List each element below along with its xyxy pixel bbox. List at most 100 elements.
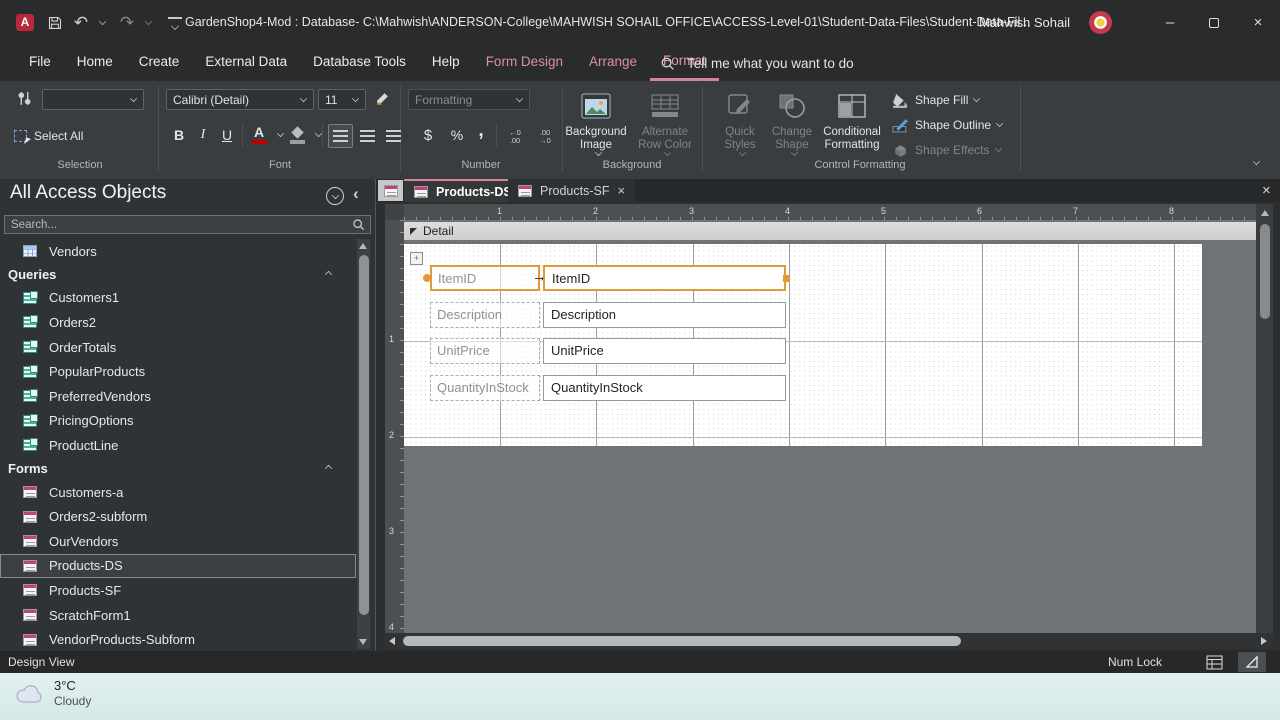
- tab-database-tools[interactable]: Database Tools: [300, 45, 419, 81]
- align-left-button[interactable]: [328, 124, 353, 148]
- section-collapse-icon[interactable]: [410, 227, 417, 235]
- font-color-chevron-icon[interactable]: [276, 129, 285, 138]
- nav-item-vendorproducts-subform[interactable]: VendorProducts-Subform: [0, 627, 356, 652]
- underline-button[interactable]: U: [216, 123, 238, 147]
- account-name[interactable]: Mahwish Sohail: [979, 0, 1070, 45]
- italic-button[interactable]: I: [192, 123, 214, 147]
- label-itemid[interactable]: ItemID: [430, 265, 540, 291]
- currency-format-button[interactable]: $: [416, 123, 440, 147]
- nav-item-ourvendors[interactable]: OurVendors: [0, 529, 356, 554]
- vertical-scrollbar[interactable]: [1256, 204, 1273, 633]
- tab-help[interactable]: Help: [419, 45, 473, 81]
- close-document-icon[interactable]: [1262, 182, 1271, 199]
- nav-item-orders2-subform[interactable]: Orders2-subform: [0, 504, 356, 529]
- label-quantityinstock[interactable]: QuantityInStock: [430, 375, 540, 401]
- format-painter-icon[interactable]: [374, 90, 391, 110]
- shape-outline-button[interactable]: Shape Outline: [892, 114, 1004, 136]
- query-icon: [23, 389, 38, 403]
- collapse-section-icon[interactable]: [324, 271, 333, 279]
- font-family-combo[interactable]: Calibri (Detail): [166, 89, 314, 110]
- shape-fill-button[interactable]: Shape Fill: [892, 89, 981, 111]
- scroll-right-icon[interactable]: [1261, 637, 1267, 645]
- nav-item-preferredvendors[interactable]: PreferredVendors: [0, 384, 356, 409]
- fill-color-chevron-icon[interactable]: [314, 129, 323, 138]
- scroll-thumb[interactable]: [403, 636, 961, 646]
- undo-chevron-icon[interactable]: [98, 17, 107, 26]
- maximize-button[interactable]: [1192, 0, 1236, 45]
- layout-move-handle[interactable]: [410, 252, 423, 265]
- horizontal-scrollbar[interactable]: [385, 633, 1273, 649]
- label-description[interactable]: Description: [430, 302, 540, 328]
- customize-quick-access-icon[interactable]: [168, 17, 182, 29]
- align-center-button[interactable]: [356, 124, 379, 148]
- nav-item-popularproducts[interactable]: PopularProducts: [0, 359, 356, 384]
- nav-item-orders2[interactable]: Orders2: [0, 310, 356, 335]
- collapse-ribbon-icon[interactable]: [1252, 157, 1261, 166]
- form-view-button[interactable]: [1200, 652, 1228, 672]
- nav-item-customers-a[interactable]: Customers-a: [0, 480, 356, 505]
- tell-me-search[interactable]: Tell me what you want to do: [660, 45, 854, 81]
- close-tab-icon[interactable]: [617, 183, 625, 198]
- shutter-bar-close-icon[interactable]: [353, 184, 359, 204]
- scroll-down-icon[interactable]: [359, 639, 367, 645]
- design-view-button[interactable]: [1238, 652, 1266, 672]
- save-icon[interactable]: [42, 11, 68, 35]
- scroll-thumb[interactable]: [358, 255, 369, 615]
- tab-file[interactable]: File: [16, 45, 64, 81]
- account-avatar[interactable]: [1089, 11, 1112, 34]
- doc-tab-products-sf[interactable]: Products-SF: [508, 179, 636, 202]
- increase-decimals-button[interactable]: ←0.00: [502, 125, 528, 149]
- nav-scrollbar[interactable]: [357, 239, 370, 649]
- nav-item-products-ds[interactable]: Products-DS: [0, 553, 356, 579]
- label-unitprice[interactable]: UnitPrice: [430, 338, 540, 364]
- nav-item-scratchform1[interactable]: ScratchForm1: [0, 603, 356, 628]
- decrease-decimals-button[interactable]: .00 →0: [532, 125, 558, 149]
- nav-item-customers1[interactable]: Customers1: [0, 286, 356, 311]
- tab-form-design[interactable]: Form Design: [473, 45, 576, 81]
- detail-section-bar[interactable]: Detail: [404, 222, 1256, 240]
- tab-home[interactable]: Home: [64, 45, 126, 81]
- align-right-button[interactable]: [382, 124, 405, 148]
- select-all-button[interactable]: Select All: [14, 125, 83, 147]
- form-icon: [518, 184, 532, 197]
- nav-item-ordertotals[interactable]: OrderTotals: [0, 335, 356, 360]
- object-selector-combo[interactable]: [42, 89, 144, 110]
- tab-create[interactable]: Create: [126, 45, 193, 81]
- textbox-itemid[interactable]: ItemID: [543, 265, 786, 291]
- bold-button[interactable]: B: [168, 123, 190, 147]
- nav-pane-menu-icon[interactable]: [326, 187, 344, 205]
- close-button[interactable]: ×: [1236, 0, 1280, 45]
- detail-grid[interactable]: ItemID ItemID Description Description Un…: [404, 244, 1202, 446]
- scroll-up-icon[interactable]: [1260, 210, 1269, 216]
- scroll-thumb[interactable]: [1259, 224, 1270, 319]
- textbox-description[interactable]: Description: [543, 302, 786, 328]
- nav-item-vendors[interactable]: Vendors: [0, 239, 356, 264]
- undo-icon[interactable]: [68, 11, 94, 35]
- nav-item-pricingoptions[interactable]: PricingOptions: [0, 409, 356, 434]
- font-color-button[interactable]: A: [248, 123, 270, 147]
- textbox-unitprice[interactable]: UnitPrice: [543, 338, 786, 364]
- nav-item-products-sf[interactable]: Products-SF: [0, 578, 356, 603]
- change-shape-label: Change Shape: [771, 126, 813, 151]
- scroll-up-icon[interactable]: [359, 243, 367, 249]
- query-icon: [23, 364, 38, 378]
- resize-handle-icon[interactable]: [783, 275, 790, 282]
- minimize-button[interactable]: –: [1148, 0, 1192, 45]
- font-size-combo[interactable]: 11: [318, 89, 366, 110]
- navigation-pane: All Access Objects Vendors Queries Custo…: [0, 179, 376, 651]
- nav-item-productline[interactable]: ProductLine: [0, 433, 356, 458]
- tab-external-data[interactable]: External Data: [192, 45, 300, 81]
- scroll-left-icon[interactable]: [389, 637, 395, 645]
- form-selector-box[interactable]: [378, 180, 403, 201]
- tab-arrange[interactable]: Arrange: [576, 45, 650, 81]
- background-color-button[interactable]: [286, 123, 308, 147]
- percent-format-button[interactable]: %: [444, 123, 470, 147]
- textbox-quantityinstock[interactable]: QuantityInStock: [543, 375, 786, 401]
- nav-search-icon[interactable]: [352, 218, 365, 236]
- nav-section-forms[interactable]: Forms: [0, 458, 356, 480]
- weather-widget[interactable]: 3°C Cloudy: [14, 678, 91, 709]
- nav-search-input[interactable]: [4, 215, 371, 234]
- comma-format-button[interactable]: ,: [472, 119, 490, 143]
- collapse-section-icon[interactable]: [324, 465, 333, 473]
- nav-section-queries[interactable]: Queries: [0, 264, 356, 286]
